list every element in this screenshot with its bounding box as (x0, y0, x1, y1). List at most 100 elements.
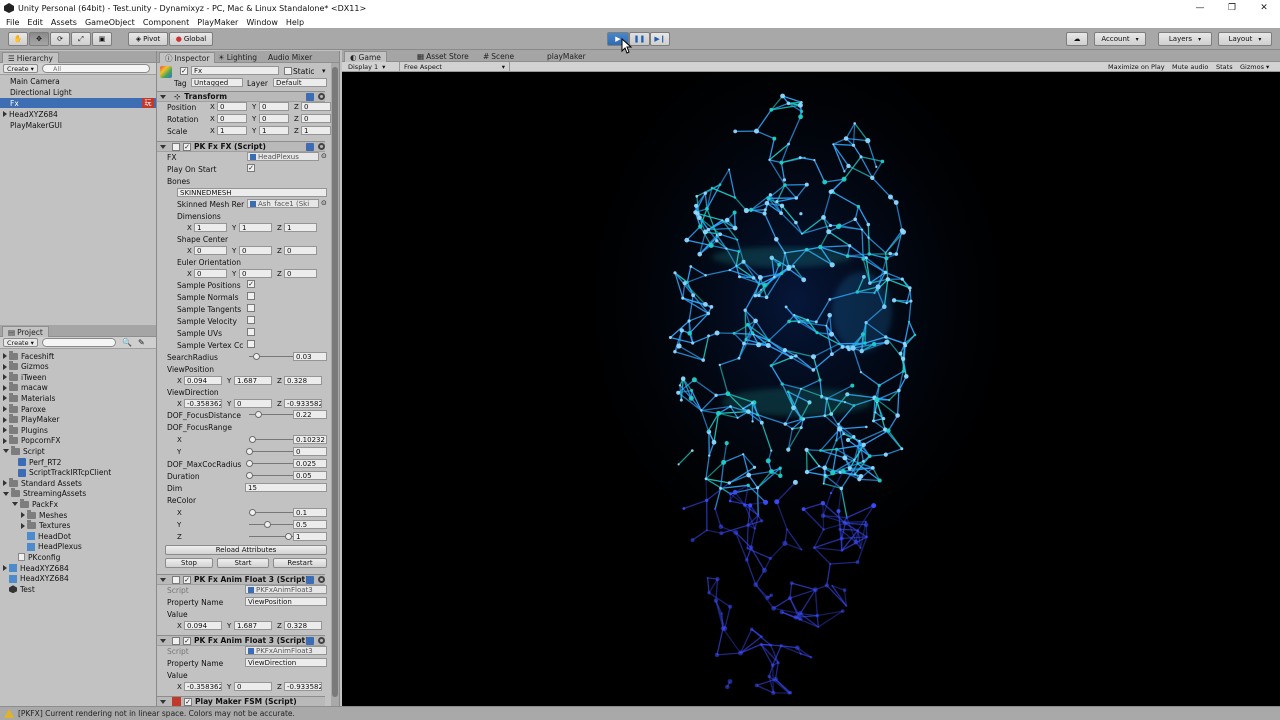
project-item[interactable]: Paroxe (0, 403, 148, 414)
project-item[interactable]: PopcornFX (0, 435, 148, 446)
menu-window[interactable]: Window (242, 18, 282, 27)
menu-gameobject[interactable]: GameObject (81, 18, 139, 27)
project-item[interactable]: Faceshift (0, 350, 148, 361)
pkfx-script-header[interactable]: ✓ PK Fx FX (Script) (157, 141, 325, 152)
recolor-z-slider-handle[interactable] (285, 533, 292, 540)
expanded-arrow-icon[interactable] (12, 502, 18, 507)
project-item[interactable]: PlayMaker (0, 414, 148, 425)
project-item[interactable]: iTween (0, 371, 148, 382)
search-radius-slider-value[interactable]: 0.03 (293, 352, 327, 361)
hierarchy-item-playmakergui[interactable]: PlayMakerGUI (0, 120, 156, 130)
collapsed-arrow-icon[interactable] (3, 437, 7, 444)
gear-icon[interactable] (318, 93, 325, 100)
menu-assets[interactable]: Assets (47, 18, 81, 27)
recolor-x-slider-handle[interactable] (249, 509, 256, 516)
rotate-tool-button[interactable]: ⟳ (50, 32, 70, 46)
hierarchy-search-input[interactable]: All (42, 64, 150, 73)
menu-component[interactable]: Component (139, 18, 193, 27)
mute-audio-toggle[interactable]: Mute audio (1172, 62, 1208, 72)
collapsed-arrow-icon[interactable] (3, 480, 7, 487)
tab-audio-mixer[interactable]: Audio Mixer (263, 52, 317, 63)
vector-y-field[interactable]: 1.687 (234, 621, 272, 630)
tag-icon[interactable]: ✎ (138, 338, 145, 347)
collapsed-arrow-icon[interactable] (21, 512, 25, 518)
project-item[interactable]: Meshes (0, 509, 148, 520)
step-button[interactable]: ▶❙ (650, 32, 670, 46)
search-radius-slider-handle[interactable] (253, 353, 260, 360)
collapse-arrow-icon[interactable] (160, 144, 166, 149)
script-reference-field[interactable]: PKFxAnimFloat3 (245, 585, 327, 594)
tab-asset-store[interactable]: ▦ Asset Store (412, 51, 474, 62)
hierarchy-item-main-camera[interactable]: Main Camera (0, 76, 156, 86)
vector-z-field[interactable]: 0 (301, 102, 331, 111)
project-item[interactable]: Perf_RT2 (0, 457, 148, 467)
collapse-arrow-icon[interactable] (160, 699, 166, 704)
dof-focus-range-y-slider-handle[interactable] (246, 448, 253, 455)
skinned-mesh-field[interactable]: Ash_face1 (Ski (247, 199, 319, 208)
project-item[interactable]: Materials (0, 392, 148, 403)
sample-tangents-checkbox[interactable] (247, 304, 255, 312)
recolor-y-slider-value[interactable]: 0.5 (293, 520, 327, 529)
menu-help[interactable]: Help (282, 18, 308, 27)
vector-y-field[interactable]: 0 (239, 269, 272, 278)
global-toggle[interactable]: ● Global (169, 32, 213, 46)
vector-y-field[interactable]: 0 (259, 114, 289, 123)
duration-slider-value[interactable]: 0.05 (293, 471, 327, 480)
layers-dropdown[interactable]: Layers ▾ (1158, 32, 1212, 46)
collapsed-arrow-icon[interactable] (3, 374, 7, 381)
sample-normals-checkbox[interactable] (247, 292, 255, 300)
dof-focus-range-x-slider-handle[interactable] (249, 436, 256, 443)
collapsed-arrow-icon[interactable] (3, 565, 7, 571)
dof-max-coc-slider-value[interactable]: 0.025 (293, 459, 327, 468)
rect-tool-button[interactable]: ▣ (92, 32, 112, 46)
project-item[interactable]: HeadXYZ684 (0, 574, 148, 584)
script-enabled-checkbox[interactable]: ✓ (183, 575, 191, 584)
component-enabled-checkbox[interactable] (172, 142, 180, 151)
vector-y-field[interactable]: 0 (234, 399, 272, 408)
reload-attributes-button[interactable]: Reload Attributes (165, 545, 327, 555)
hierarchy-create-button[interactable]: Create ▾ (3, 64, 38, 73)
duration-slider-handle[interactable] (246, 472, 253, 479)
layer-dropdown[interactable]: Default (273, 78, 327, 87)
anim2-header[interactable]: ✓ PK Fx Anim Float 3 (Script) (157, 635, 325, 646)
aspect-dropdown[interactable]: Free Aspect ▾ (404, 62, 510, 72)
vector-z-field[interactable]: 0 (284, 269, 317, 278)
tab-hierarchy[interactable]: ☰ Hierarchy (2, 52, 59, 63)
layout-dropdown[interactable]: Layout ▾ (1218, 32, 1272, 46)
help-icon[interactable] (306, 93, 314, 101)
maximize-on-play-toggle[interactable]: Maximize on Play (1108, 62, 1165, 72)
vector-z-field[interactable]: 1 (284, 223, 317, 232)
object-name-input[interactable]: Fx (191, 66, 279, 75)
collapsed-arrow-icon[interactable] (3, 384, 7, 391)
vector-x-field[interactable]: 0 (217, 114, 247, 123)
hierarchy-item-fx[interactable]: Fx 玩 (0, 98, 156, 108)
script-reference-field[interactable]: PKFxAnimFloat3 (245, 646, 327, 655)
playmaker-fsm-header[interactable]: ✓ Play Maker FSM (Script) (157, 696, 325, 706)
vector-x-field[interactable]: 0 (194, 246, 227, 255)
vector-y-field[interactable]: 1.687 (234, 376, 272, 385)
gizmos-dropdown[interactable]: Gizmos ▾ (1240, 62, 1269, 72)
project-item[interactable]: Standard Assets (0, 477, 148, 488)
collapsed-arrow-icon[interactable] (3, 406, 7, 412)
project-search-input[interactable] (42, 338, 116, 347)
tab-project[interactable]: ▤ Project (2, 326, 49, 337)
active-checkbox[interactable]: ✓ (180, 67, 188, 75)
dof-focus-distance-slider-value[interactable]: 0.22 (293, 410, 327, 419)
property-name-field[interactable]: ViewPosition (245, 597, 327, 606)
project-item[interactable]: StreamingAssets (0, 488, 148, 499)
dof-focus-range-x-slider-value[interactable]: 0.10232 (293, 435, 327, 444)
collapsed-arrow-icon[interactable] (3, 416, 7, 423)
menu-file[interactable]: File (2, 18, 23, 27)
vector-z-field[interactable]: 0 (284, 246, 317, 255)
lock-icon[interactable]: 🔍 (122, 338, 132, 347)
dof-max-coc-slider-handle[interactable] (246, 460, 253, 467)
project-item[interactable]: ScriptTrackIRTcpClient (0, 468, 148, 478)
script-enabled-checkbox[interactable]: ✓ (183, 142, 191, 151)
scale-tool-button[interactable]: ⤢ (71, 32, 91, 46)
game-render[interactable] (342, 72, 1280, 706)
start-button[interactable]: Start (217, 558, 269, 568)
property-name-field[interactable]: ViewDirection (245, 658, 327, 667)
restart-button[interactable]: Restart (273, 558, 327, 568)
scrollbar-thumb[interactable] (332, 67, 338, 697)
vector-z-field[interactable]: 0 (301, 114, 331, 123)
